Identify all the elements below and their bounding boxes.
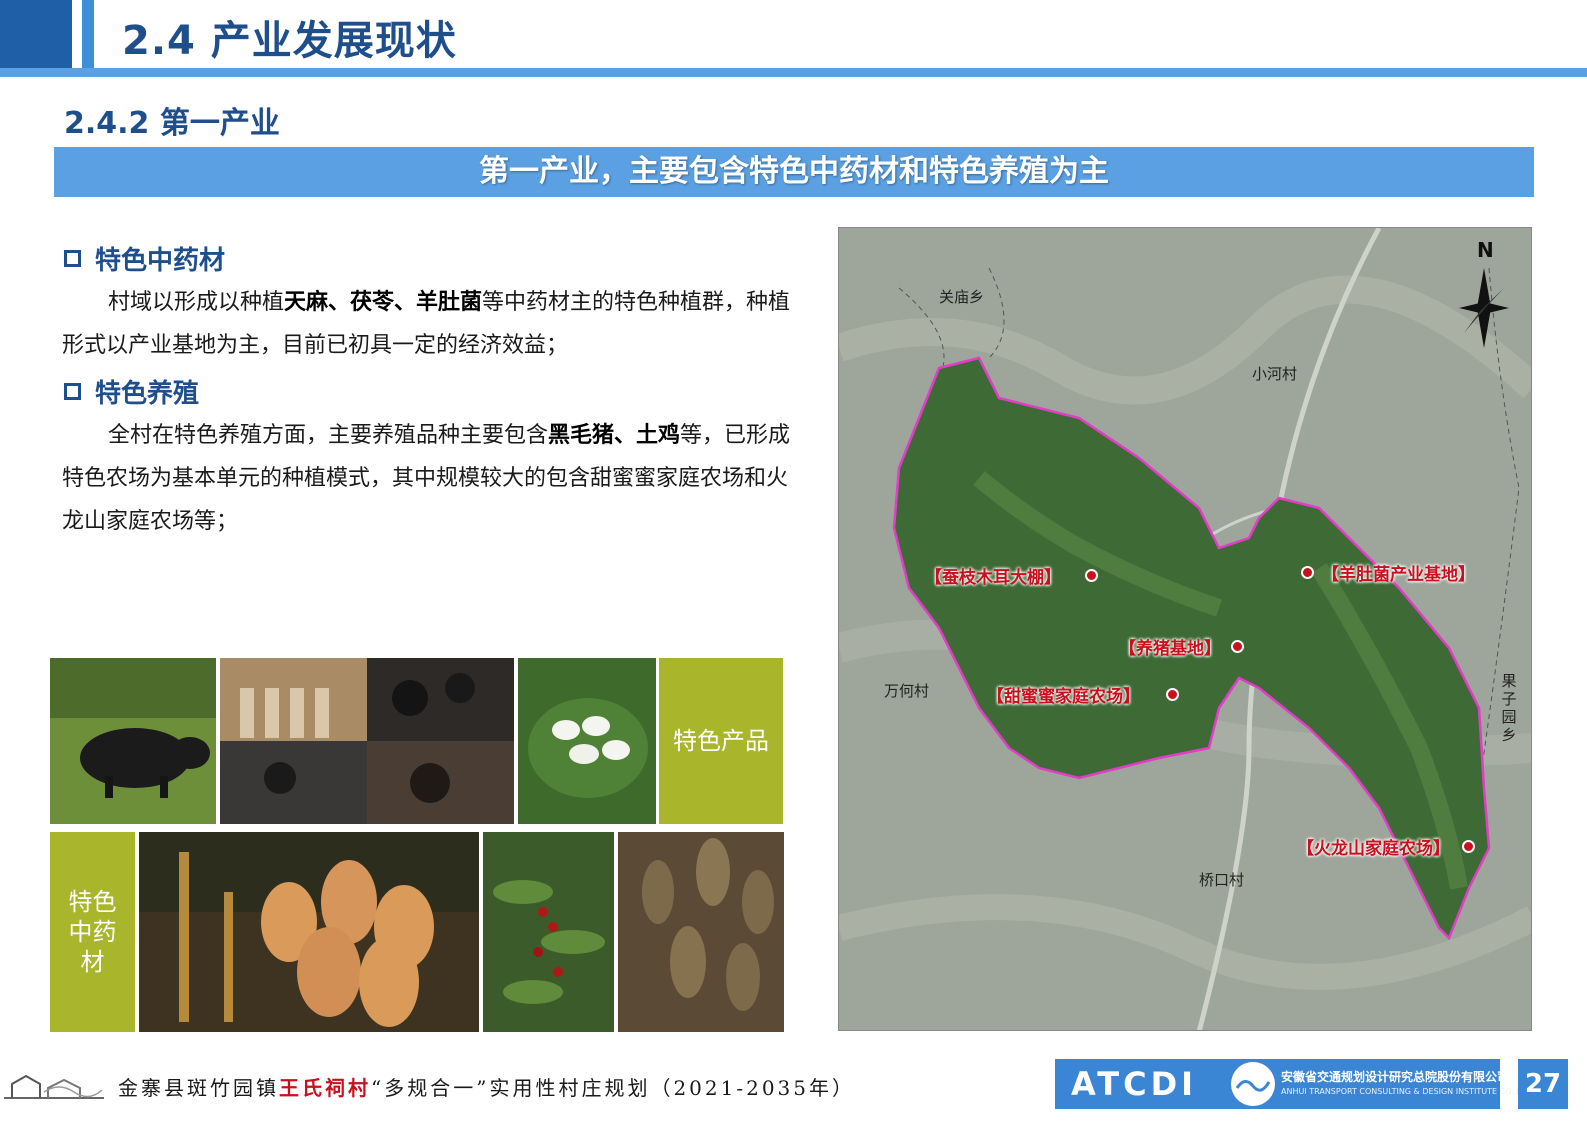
summary-banner-text: 第一产业，主要包含特色中药材和特色养殖为主 [479,154,1109,189]
location-pin-icon [1231,640,1244,653]
silkworm-cocoon-photo [518,658,656,824]
footer-plan-title: 金寨县斑竹园镇王氏祠村“多规合一”实用性村庄规划（2021-2035年） [118,1072,855,1101]
header-gap [72,0,82,68]
black-pig-photo [50,658,216,824]
checkbox-bullet-icon [64,383,81,400]
page-number: 27 [1518,1059,1568,1109]
location-pin-icon [1301,566,1314,579]
location-pin-icon [1462,840,1475,853]
poi-tian-mi-mi-farm: 【甜蜜蜜家庭农场】 [987,682,1179,707]
products-label: 特色产品 [659,658,783,824]
poi-mu-er-greenhouse: 【蚕枝木耳大棚】 [925,563,1098,588]
berry-plant-photo [483,832,614,1032]
company-name-en: ANHUI TRANSPORT CONSULTING & DESIGN INST… [1281,1087,1534,1096]
poi-pig-farm: 【养猪基地】 [1119,634,1244,659]
poi-label: 【甜蜜蜜家庭农场】 [987,687,1140,707]
poi-label: 【养猪基地】 [1119,639,1221,659]
poi-label: 【羊肚菌产业基地】 [1322,565,1475,585]
poi-label: 【火龙山家庭农场】 [1297,839,1450,859]
footer-village-name: 王氏祠村 [279,1076,371,1100]
place-guanmiao: 关庙乡 [939,288,985,306]
company-logo-text: ATCDI [1071,1065,1198,1103]
paragraph-text: 村域以形成以种植 [108,290,285,315]
map-canvas [839,228,1531,1030]
footer-title-part: “多规合一”实用性村庄规划（2021-2035年） [371,1076,856,1100]
location-pin-icon [1166,688,1179,701]
poi-yang-du-jun-base: 【羊肚菌产业基地】 [1301,560,1475,585]
header-accent-bar [0,0,72,68]
section-heading-breeding-text: 特色养殖 [95,379,200,409]
summary-banner: 第一产业，主要包含特色中药材和特色养殖为主 [54,147,1534,197]
company-logo: ATCDI 安徽省交通规划设计研究总院股份有限公司 ANHUI TRANSPOR… [1055,1059,1533,1109]
footer-title-part: 金寨县斑竹园镇 [118,1076,279,1100]
poi-huo-long-shan-farm: 【火龙山家庭农场】 [1297,834,1475,859]
checkbox-bullet-icon [64,250,81,267]
paragraph-bold: 黑毛猪、土鸡 [548,423,681,448]
section-heading-herbs-text: 特色中药材 [95,246,226,276]
section-heading-herbs: 特色中药材 [64,240,225,277]
paragraph-herbs: 村域以形成以种植天麻、茯苓、羊肚菌等中药材主的特色种植群，种植形式以产业基地为主… [62,281,792,367]
place-wanhe: 万何村 [884,682,930,700]
place-guoziyuan: 果子园乡 [1501,672,1517,744]
place-xiaohe: 小河村 [1252,365,1298,383]
village-map: N 关庙乡 小河村 万何村 果子园乡 桥口村 【蚕枝木耳大棚】 【羊肚菌产业基地… [838,227,1532,1031]
place-qiaokou: 桥口村 [1199,871,1245,889]
location-pin-icon [1085,569,1098,582]
header-accent-bar-light [82,0,94,68]
company-name-cn: 安徽省交通规划设计研究总院股份有限公司 [1281,1070,1510,1084]
section-heading-breeding: 特色养殖 [64,373,199,410]
herbs-label: 特色中药材 [50,832,135,1032]
paragraph-bold: 天麻、茯苓、羊肚菌 [284,290,483,315]
village-sketch-logo [4,1062,104,1102]
paragraph-breeding: 全村在特色养殖方面，主要养殖品种主要包含黑毛猪、土鸡等，已形成特色农场为基本单元… [62,414,792,543]
north-arrow-icon: N [1449,238,1519,358]
page-title: 2.4 产业发展现状 [122,18,457,64]
morel-mushroom-photo [618,832,784,1032]
subsection-title: 2.4.2 第一产业 [64,106,280,141]
company-emblem-icon [1231,1062,1275,1106]
header-underline [0,68,1587,77]
tianma-tuber-photo [139,832,479,1032]
poi-label: 【蚕枝木耳大棚】 [925,568,1061,588]
paragraph-text: 全村在特色养殖方面，主要养殖品种主要包含 [108,423,549,448]
fungus-greenhouse-photo [220,658,514,824]
